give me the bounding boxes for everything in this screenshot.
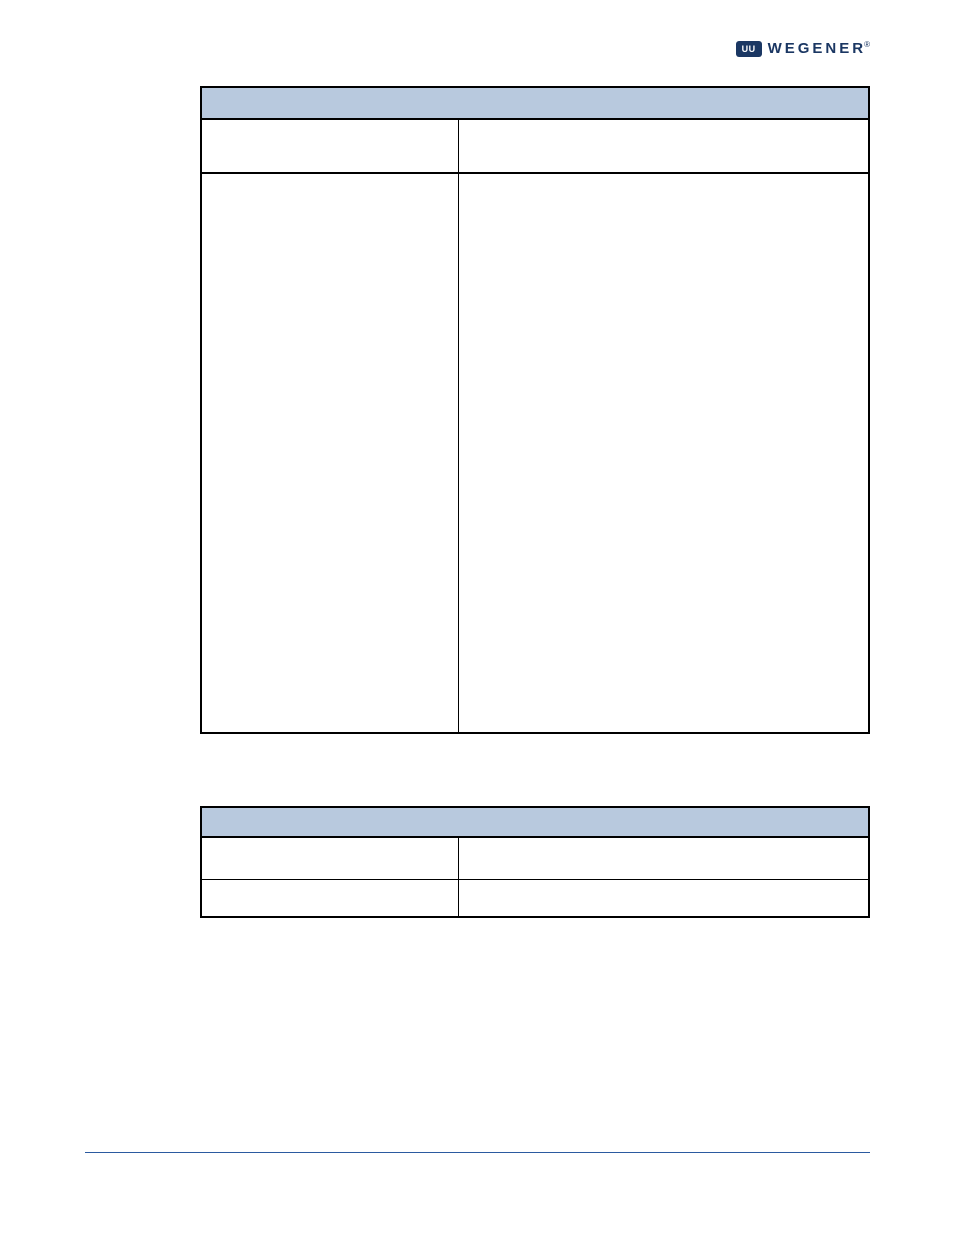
registered-icon: ® [864, 40, 870, 49]
table-1-wrap [200, 86, 870, 734]
footer [85, 1152, 870, 1153]
table-2-row-0 [201, 837, 869, 879]
table-2-header-row [201, 807, 869, 837]
table-1 [200, 86, 870, 734]
table-2-wrap [200, 806, 870, 918]
table-2-row-1 [201, 879, 869, 917]
table-gap [85, 734, 870, 806]
table-2-row-1-right [458, 879, 869, 917]
table-2-row-0-right [458, 837, 869, 879]
table-1-row-0-left [201, 119, 458, 173]
header-logo-row: UU WEGENER® [85, 40, 870, 58]
table-1-row-1-right [458, 173, 869, 733]
logo-mark-text: UU [742, 44, 756, 54]
table-1-row-1 [201, 173, 869, 733]
footer-divider [85, 1152, 870, 1153]
table-2-header-cell [201, 807, 869, 837]
table-1-row-0-right [458, 119, 869, 173]
wegener-logo: UU WEGENER® [736, 40, 870, 58]
logo-mark-icon: UU [736, 41, 762, 57]
table-2-row-0-left [201, 837, 458, 879]
table-2-row-1-left [201, 879, 458, 917]
table-1-row-1-left [201, 173, 458, 733]
table-1-header-row [201, 87, 869, 119]
table-1-row-0 [201, 119, 869, 173]
logo-text: WEGENER [768, 40, 867, 57]
table-2 [200, 806, 870, 918]
logo-text-wrap: WEGENER® [768, 40, 870, 58]
table-1-header-cell [201, 87, 869, 119]
